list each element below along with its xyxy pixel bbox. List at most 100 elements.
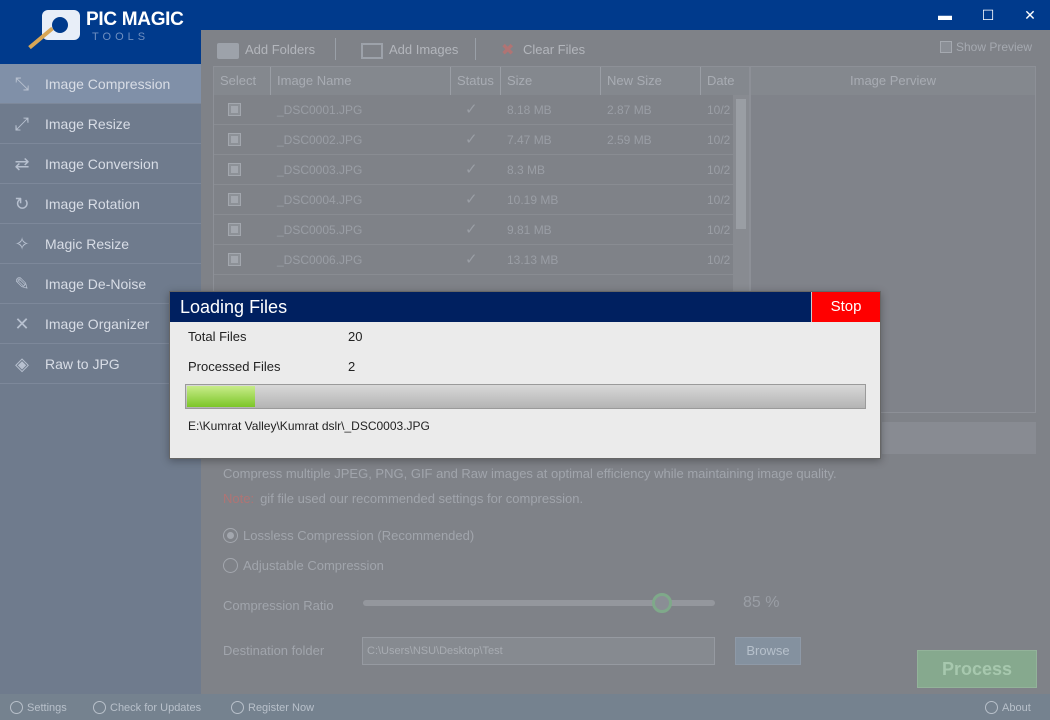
show-preview-label: Show Preview xyxy=(955,40,1032,54)
maximize-button[interactable]: ☐ xyxy=(979,6,997,24)
table-row[interactable]: _DSC0006.JPG ✓ 13.13 MB 10/2 xyxy=(214,245,734,275)
browse-button[interactable]: Browse xyxy=(735,637,801,665)
preview-header: Image Perview xyxy=(751,67,1035,95)
register-link[interactable]: Register Now xyxy=(231,701,314,714)
check-updates-link[interactable]: Check for Updates xyxy=(93,701,201,714)
app-window: ▬ ☐ ✕ PIC MAGIC TOOLS ⤡ Image Compression… xyxy=(0,0,1050,720)
slider-knob[interactable] xyxy=(652,593,673,613)
close-button[interactable]: ✕ xyxy=(1021,6,1039,24)
adjustable-radio-circle[interactable] xyxy=(223,558,238,573)
lossless-radio-circle[interactable] xyxy=(223,528,238,543)
cell-new-size xyxy=(601,245,607,275)
cell-new-size xyxy=(601,215,607,245)
cell-status: ✓ xyxy=(465,101,478,118)
row-checkbox[interactable] xyxy=(228,223,241,236)
sidebar-item-image-resize[interactable]: ⤢ Image Resize xyxy=(0,104,201,144)
stop-button[interactable]: Stop xyxy=(811,292,880,322)
adjustable-radio-label: Adjustable Compression xyxy=(243,558,384,573)
dialog-title: Loading Files xyxy=(180,297,288,317)
minimize-button[interactable]: ▬ xyxy=(936,6,954,24)
cell-size: 13.13 MB xyxy=(507,253,559,267)
magic-wand-icon: ✧ xyxy=(14,234,30,254)
row-checkbox[interactable] xyxy=(228,193,241,206)
register-label: Register Now xyxy=(248,702,315,714)
lossless-radio-label: Lossless Compression (Recommended) xyxy=(243,528,475,543)
column-header-date[interactable]: Date xyxy=(701,67,749,95)
cell-name: _DSC0001.JPG xyxy=(277,103,363,117)
cell-status: ✓ xyxy=(465,131,478,148)
compress-icon: ⤡ xyxy=(14,74,30,94)
compression-value: 85 % xyxy=(743,594,780,611)
convert-icon: ⇄ xyxy=(14,154,30,174)
adjustable-radio[interactable]: Adjustable Compression xyxy=(223,557,483,575)
sidebar-item-label: Image Rotation xyxy=(45,196,140,212)
cell-date: 10/2 xyxy=(707,163,731,177)
toolbar-separator xyxy=(475,38,476,60)
sidebar-item-image-rotation[interactable]: ↻ Image Rotation xyxy=(0,184,201,224)
about-label: About xyxy=(1002,702,1031,714)
sidebar-item-label: Image Compression xyxy=(45,76,171,92)
about-link[interactable]: About xyxy=(985,701,1031,714)
column-header-select[interactable]: Select xyxy=(214,67,271,95)
brush-icon: ✎ xyxy=(14,274,30,294)
cell-status: ✓ xyxy=(465,221,478,238)
row-checkbox[interactable] xyxy=(228,103,241,116)
note-text: Note: gif file used our recommended setti… xyxy=(223,491,583,506)
show-preview-toggle[interactable]: Show Preview xyxy=(939,40,1032,54)
sidebar-item-image-compression[interactable]: ⤡ Image Compression xyxy=(0,64,201,104)
folder-icon xyxy=(217,42,239,59)
clear-files-button[interactable]: ✖ Clear Files xyxy=(501,40,585,60)
note-body: gif file used our recommended settings f… xyxy=(260,491,584,506)
add-images-label: Add Images xyxy=(389,42,459,57)
cell-status: ✓ xyxy=(465,161,478,178)
column-header-name[interactable]: Image Name xyxy=(271,67,451,95)
dialog-header: Loading Files Stop xyxy=(170,292,880,322)
show-preview-checkbox[interactable] xyxy=(939,41,952,53)
process-button[interactable]: Process xyxy=(917,650,1037,688)
sidebar-item-image-conversion[interactable]: ⇄ Image Conversion xyxy=(0,144,201,184)
destination-path-field[interactable]: C:\Users\NSU\Desktop\Test xyxy=(362,637,715,665)
table-row[interactable]: _DSC0005.JPG ✓ 9.81 MB 10/2 xyxy=(214,215,734,245)
column-header-new-size[interactable]: New Size xyxy=(601,67,701,95)
row-checkbox[interactable] xyxy=(228,133,241,146)
cell-size: 9.81 MB xyxy=(507,223,552,237)
cell-new-size xyxy=(601,185,607,215)
table-row[interactable]: _DSC0003.JPG ✓ 8.3 MB 10/2 xyxy=(214,155,734,185)
row-checkbox[interactable] xyxy=(228,253,241,266)
cell-size: 8.18 MB xyxy=(507,103,552,117)
table-row[interactable]: _DSC0002.JPG ✓ 7.47 MB 2.59 MB 10/2 xyxy=(214,125,734,155)
total-files-value: 20 xyxy=(348,329,363,344)
add-images-button[interactable]: Add Images xyxy=(361,40,458,60)
gear-icon xyxy=(10,701,23,714)
column-header-status[interactable]: Status xyxy=(451,67,501,95)
cell-date: 10/2 xyxy=(707,103,731,117)
compression-slider[interactable] xyxy=(363,593,715,613)
description-text: Compress multiple JPEG, PNG, GIF and Raw… xyxy=(223,466,837,481)
panel-bar xyxy=(882,422,1036,454)
scrollbar-thumb[interactable] xyxy=(736,99,746,229)
cell-date: 10/2 xyxy=(707,133,731,147)
sidebar-item-magic-resize[interactable]: ✧ Magic Resize xyxy=(0,224,201,264)
cell-date: 10/2 xyxy=(707,253,731,267)
destination-label: Destination folder xyxy=(223,643,325,658)
processed-files-value: 2 xyxy=(348,359,356,374)
column-header-size[interactable]: Size xyxy=(501,67,601,95)
note-label: Note: xyxy=(223,491,255,506)
add-folders-label: Add Folders xyxy=(245,42,316,57)
app-logo: PIC MAGIC TOOLS xyxy=(0,0,201,64)
tools-icon: ✕ xyxy=(14,314,30,334)
settings-link[interactable]: Settings xyxy=(10,701,67,714)
table-row[interactable]: _DSC0001.JPG ✓ 8.18 MB 2.87 MB 10/2 xyxy=(214,95,734,125)
lossless-radio[interactable]: Lossless Compression (Recommended) xyxy=(223,527,483,545)
cell-name: _DSC0006.JPG xyxy=(277,253,363,267)
processed-files-label: Processed Files xyxy=(188,359,281,374)
status-bar: Settings Check for Updates Register Now … xyxy=(0,694,1050,720)
add-folders-button[interactable]: Add Folders xyxy=(217,40,315,60)
table-row[interactable]: _DSC0004.JPG ✓ 10.19 MB 10/2 xyxy=(214,185,734,215)
progress-fill xyxy=(187,386,255,407)
row-checkbox[interactable] xyxy=(228,163,241,176)
progress-bar xyxy=(185,384,866,409)
refresh-icon xyxy=(93,701,106,714)
sidebar-item-label: Image Conversion xyxy=(45,156,159,172)
cell-size: 7.47 MB xyxy=(507,133,552,147)
